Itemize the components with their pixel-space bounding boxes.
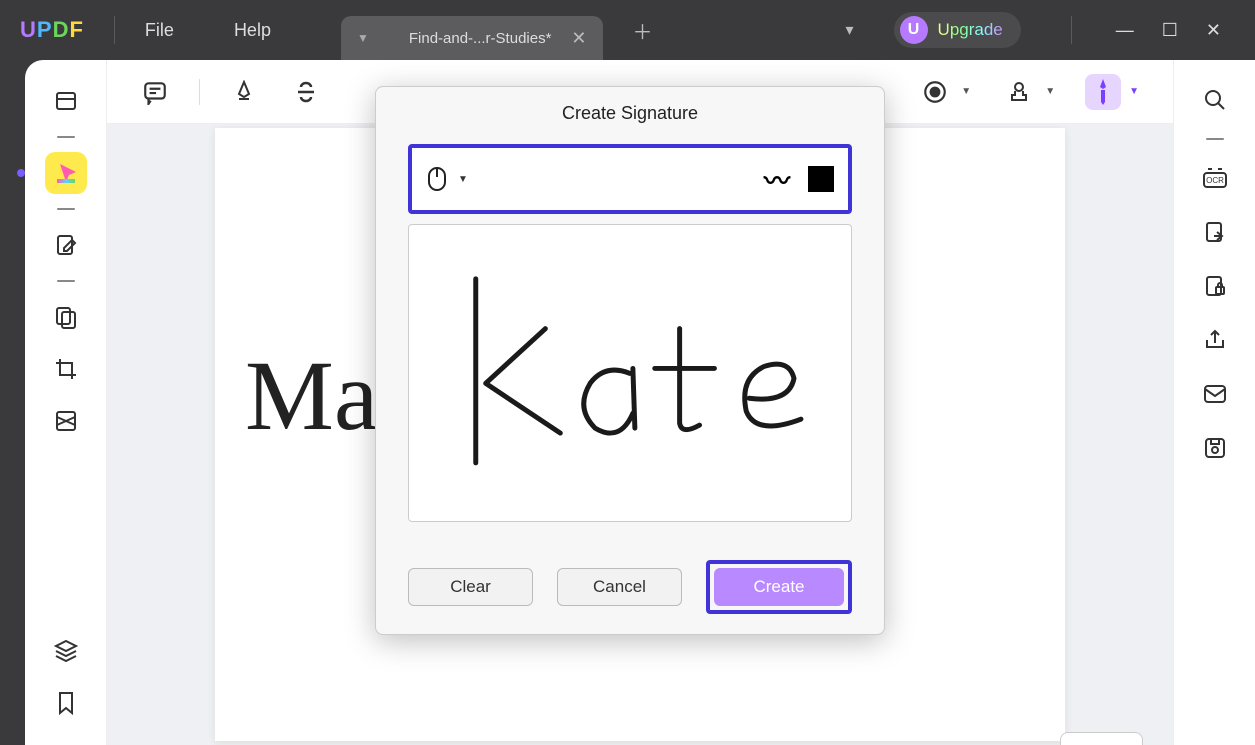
layers-icon[interactable] xyxy=(54,639,78,663)
document-tab[interactable]: ▼ Find-and-...r-Studies* ✕ xyxy=(341,16,603,60)
separator xyxy=(57,208,75,210)
stroke-style-button[interactable]: 〰 xyxy=(764,161,790,198)
shape-color-tool[interactable] xyxy=(917,74,953,110)
cancel-button[interactable]: Cancel xyxy=(557,568,682,606)
separator xyxy=(57,136,75,138)
new-tab-button[interactable]: ＋ xyxy=(633,16,653,45)
strikethrough-tool[interactable] xyxy=(288,74,324,110)
tab-dropdown-icon[interactable]: ▼ xyxy=(357,31,369,45)
minimize-button[interactable]: ― xyxy=(1116,20,1134,41)
comment-mode-button[interactable] xyxy=(45,152,87,194)
create-signature-dialog: Create Signature ▼ 〰 xyxy=(375,86,885,635)
input-method-selector[interactable]: ▼ xyxy=(426,165,468,193)
email-button[interactable] xyxy=(1195,374,1235,414)
left-sidebar xyxy=(25,60,107,745)
export-button[interactable] xyxy=(1195,212,1235,252)
bookmark-icon[interactable] xyxy=(56,691,76,715)
highlighter-tool[interactable] xyxy=(226,74,262,110)
tab-close-icon[interactable]: ✕ xyxy=(571,28,586,49)
dropdown-caret-icon[interactable]: ▼ xyxy=(1045,86,1055,97)
search-button[interactable] xyxy=(1195,80,1235,120)
existing-signature-text: Ma xyxy=(245,338,378,453)
maximize-button[interactable]: ☐ xyxy=(1162,20,1178,41)
separator xyxy=(114,16,115,44)
left-sidebar-bottom xyxy=(54,639,78,715)
menu-help[interactable]: Help xyxy=(234,20,271,41)
signature-canvas[interactable] xyxy=(408,224,852,522)
svg-text:OCR: OCR xyxy=(1206,176,1224,185)
window-controls: ― ☐ ✕ xyxy=(1102,20,1235,41)
menu-file[interactable]: File xyxy=(145,20,174,41)
separator xyxy=(199,79,200,105)
separator xyxy=(1206,138,1224,140)
crop-mode-button[interactable] xyxy=(45,348,87,390)
page-indicator[interactable]: 31/31 xyxy=(1060,732,1143,745)
dropdown-caret-icon: ▼ xyxy=(458,174,468,185)
dialog-button-row: Clear Cancel Create xyxy=(376,522,884,614)
separator xyxy=(1071,16,1072,44)
ocr-button[interactable]: OCR xyxy=(1195,158,1235,198)
redact-mode-button[interactable] xyxy=(45,400,87,442)
user-avatar: U xyxy=(900,16,928,44)
sticky-note-tool[interactable] xyxy=(137,74,173,110)
protect-button[interactable] xyxy=(1195,266,1235,306)
app-logo: UPDF xyxy=(20,17,84,43)
create-button[interactable]: Create xyxy=(714,568,844,606)
upgrade-button[interactable]: U Upgrade xyxy=(894,12,1021,48)
close-button[interactable]: ✕ xyxy=(1206,20,1221,41)
dropdown-caret-icon[interactable]: ▼ xyxy=(961,86,971,97)
dropdown-caret-icon[interactable]: ▼ xyxy=(1129,86,1139,97)
signature-tool[interactable] xyxy=(1085,74,1121,110)
reader-mode-button[interactable] xyxy=(45,80,87,122)
clear-button[interactable]: Clear xyxy=(408,568,533,606)
tab-strip: ▼ Find-and-...r-Studies* ✕ ＋ xyxy=(341,0,653,60)
stamp-tool[interactable] xyxy=(1001,74,1037,110)
mouse-icon xyxy=(426,165,448,193)
create-button-highlight: Create xyxy=(706,560,852,614)
tab-title: Find-and-...r-Studies* xyxy=(409,30,552,47)
save-button[interactable] xyxy=(1195,428,1235,468)
share-button[interactable] xyxy=(1195,320,1235,360)
right-sidebar: OCR xyxy=(1173,60,1255,745)
edit-mode-button[interactable] xyxy=(45,224,87,266)
upgrade-label: Upgrade xyxy=(938,20,1003,40)
title-bar: UPDF File Help ▼ Find-and-...r-Studies* … xyxy=(0,0,1255,60)
color-swatch[interactable] xyxy=(808,166,834,192)
signature-mode-bar: ▼ 〰 xyxy=(408,144,852,214)
dialog-title: Create Signature xyxy=(376,87,884,144)
tablist-dropdown-icon[interactable]: ▾ xyxy=(846,20,854,40)
organize-mode-button[interactable] xyxy=(45,296,87,338)
separator xyxy=(57,280,75,282)
signature-drawing xyxy=(431,255,829,492)
